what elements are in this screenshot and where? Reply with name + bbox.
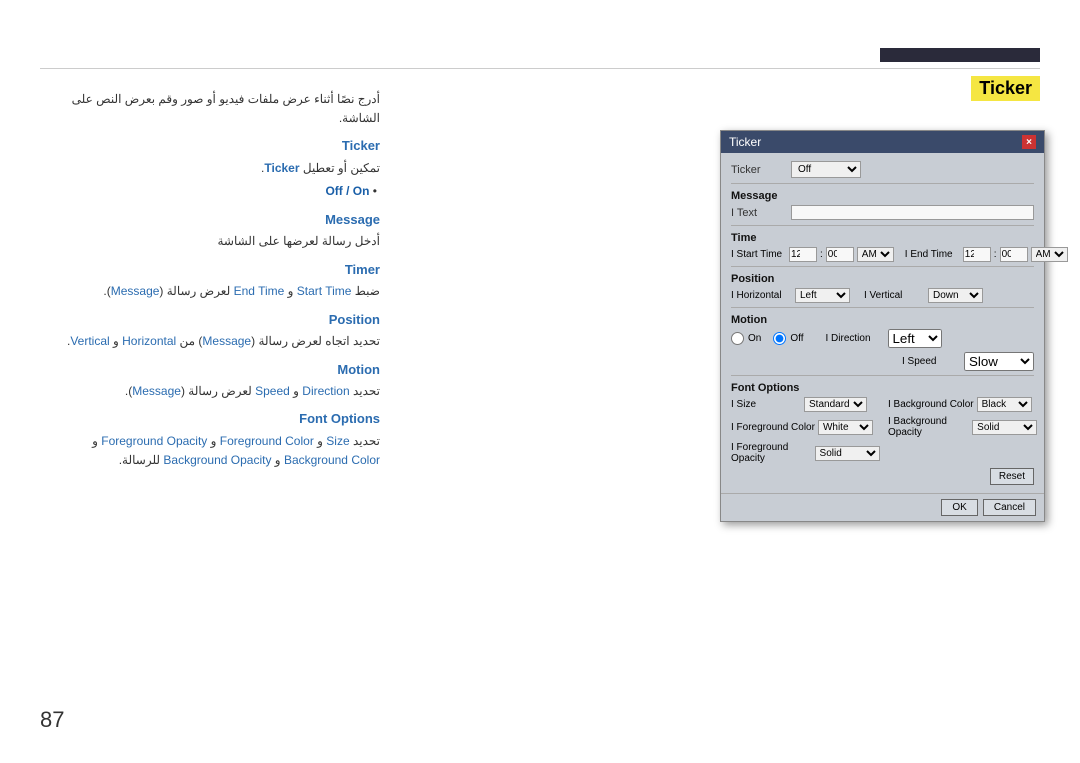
top-border	[40, 68, 1040, 69]
top-dark-bar	[880, 48, 1040, 62]
size-select[interactable]: Standard Large Small	[804, 397, 867, 412]
section-timer-desc: ضبط Start Time و End Time لعرض رسالة (Me…	[40, 282, 380, 301]
motion-off-radio-group: Off	[773, 332, 803, 345]
end-ampm-select[interactable]: AM PM	[1031, 247, 1068, 262]
message-input[interactable]	[791, 205, 1034, 220]
text-label: I Text	[731, 207, 791, 219]
reset-row: Reset	[731, 468, 1034, 485]
intro-text: أدرج نصًا أثناء عرض ملفات فيديو أو صور و…	[40, 90, 380, 128]
motion-on-radio-group: On	[731, 332, 761, 345]
dialog-footer: OK Cancel	[721, 493, 1044, 521]
section-timer-title: Timer	[40, 260, 380, 281]
position-section-label: Position	[731, 273, 1034, 285]
section-position-desc: تحديد اتجاه لعرض رسالة (Message) من Hori…	[40, 332, 380, 351]
message-section-label: Message	[731, 190, 1034, 202]
bg-opacity-select[interactable]: Solid Transparent Translucent	[972, 420, 1037, 435]
horizontal-label: I Horizontal	[731, 290, 789, 301]
section-fontoptions-desc: تحديد Size و Foreground Color و Foregrou…	[40, 432, 380, 470]
fg-opacity-select[interactable]: Solid Transparent Translucent	[815, 446, 880, 461]
font-options-section-label: Font Options	[731, 382, 1034, 394]
reset-button[interactable]: Reset	[990, 468, 1034, 485]
speed-select[interactable]: Slow Medium Fast	[964, 352, 1034, 371]
section-motion-desc: تحديد Direction و Speed لعرض رسالة (Mess…	[40, 382, 380, 401]
ticker-row-label: Ticker	[731, 164, 791, 176]
size-label: I Size	[731, 399, 801, 410]
text-row: I Text	[731, 205, 1034, 220]
section-position-title: Position	[40, 310, 380, 331]
motion-section-label: Motion	[731, 314, 1034, 326]
start-hour-input[interactable]	[789, 247, 817, 262]
content-area: أدرج نصًا أثناء عرض ملفات فيديو أو صور و…	[40, 90, 380, 475]
page-number: 87	[40, 707, 64, 733]
start-time-row: I Start Time : AM PM I End Time : AM PM	[731, 247, 1034, 262]
start-min-input[interactable]	[826, 247, 854, 262]
fg-color-label: I Foreground Color	[731, 422, 815, 433]
size-row: I Size Standard Large Small	[731, 397, 880, 412]
end-time-label: I End Time	[905, 249, 960, 260]
ticker-select[interactable]: Off On	[791, 161, 861, 178]
ticker-dialog: Ticker × Ticker Off On Message I Text Ti…	[720, 130, 1045, 522]
motion-on-label: On	[748, 333, 761, 344]
position-row: I Horizontal Left Right Center I Vertica…	[731, 288, 1034, 303]
bg-color-row: I Background Color Black White Red	[888, 397, 1037, 412]
ticker-row: Ticker Off On	[731, 161, 1034, 178]
section-ticker-desc: تمكين أو تعطيل Ticker.	[40, 159, 380, 178]
start-ampm-select[interactable]: AM PM	[857, 247, 894, 262]
motion-onoff-row: On Off I Direction Left Right	[731, 329, 1034, 348]
bg-color-select[interactable]: Black White Red	[977, 397, 1032, 412]
ok-button[interactable]: OK	[941, 499, 977, 516]
fg-opacity-label: I Foreground Opacity	[731, 442, 812, 464]
dialog-title: Ticker	[729, 135, 761, 149]
section-motion-title: Motion	[40, 360, 380, 381]
vertical-label: I Vertical	[864, 290, 922, 301]
motion-off-radio[interactable]	[773, 332, 786, 345]
fg-color-select[interactable]: White Black Red	[818, 420, 873, 435]
bg-color-label: I Background Color	[888, 399, 974, 410]
section-message-title: Message	[40, 210, 380, 231]
speed-label: I Speed	[902, 356, 960, 367]
section-offon: • Off / On	[40, 182, 380, 201]
section-ticker-title: Ticker	[40, 136, 380, 157]
start-time-label: I Start Time	[731, 249, 786, 260]
end-min-input[interactable]	[1000, 247, 1028, 262]
vertical-select[interactable]: Down Up Middle	[928, 288, 983, 303]
fg-opacity-row: I Foreground Opacity Solid Transparent T…	[731, 442, 880, 464]
direction-select[interactable]: Left Right	[888, 329, 942, 348]
bg-opacity-label: I Background Opacity	[888, 416, 969, 438]
fg-color-row: I Foreground Color White Black Red	[731, 416, 880, 438]
section-fontoptions-title: Font Options	[40, 409, 380, 430]
bg-opacity-row: I Background Opacity Solid Transparent T…	[888, 416, 1037, 438]
motion-off-label: Off	[790, 333, 803, 344]
cancel-button[interactable]: Cancel	[983, 499, 1036, 516]
speed-row: I Speed Slow Medium Fast	[731, 352, 1034, 371]
horizontal-select[interactable]: Left Right Center	[795, 288, 850, 303]
ticker-page-label: Ticker	[971, 76, 1040, 101]
motion-on-radio[interactable]	[731, 332, 744, 345]
font-options-grid: I Size Standard Large Small I Background…	[731, 397, 1034, 464]
end-hour-input[interactable]	[963, 247, 991, 262]
dialog-body: Ticker Off On Message I Text Time I Star…	[721, 153, 1044, 493]
time-section-label: Time	[731, 232, 1034, 244]
dialog-titlebar: Ticker ×	[721, 131, 1044, 153]
direction-label: I Direction	[826, 333, 884, 344]
dialog-close-button[interactable]: ×	[1022, 135, 1036, 149]
direction-group: I Direction Left Right	[826, 329, 942, 348]
section-message-desc: أدخل رسالة لعرضها على الشاشة	[40, 232, 380, 251]
